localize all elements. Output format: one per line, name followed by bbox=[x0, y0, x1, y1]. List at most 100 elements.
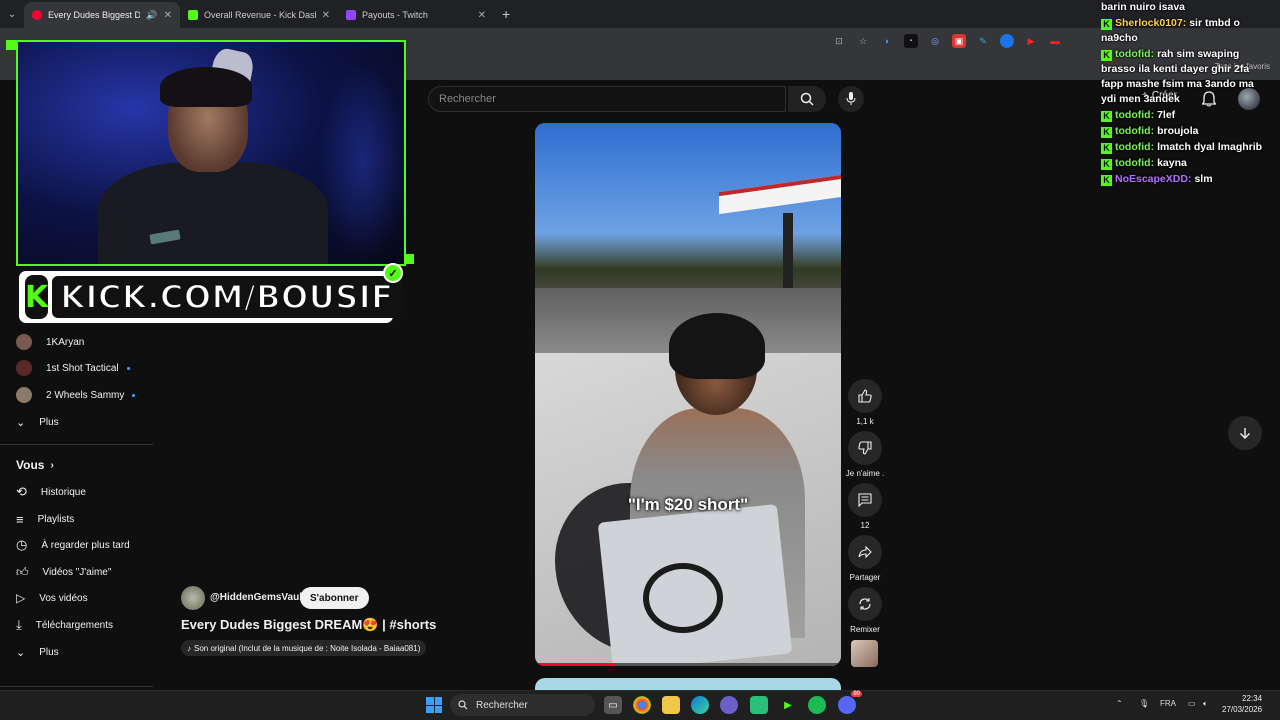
thumbs-up-icon bbox=[848, 379, 882, 413]
extension-icon[interactable]: ▶ bbox=[1024, 34, 1038, 48]
sidebar-item-label: À regarder plus tard bbox=[41, 539, 130, 551]
subscription-item[interactable]: 1st Shot Tactical bbox=[16, 358, 156, 378]
chat-username: todofid: bbox=[1115, 125, 1155, 137]
like-button[interactable]: 1,1 k bbox=[846, 379, 884, 426]
chat-username: todofid: bbox=[1115, 48, 1155, 60]
sidebar-item-watch-later[interactable]: ◷ À regarder plus tard bbox=[16, 535, 156, 555]
share-label: Partager bbox=[849, 573, 881, 582]
share-button[interactable]: Partager bbox=[846, 535, 884, 582]
search-input[interactable]: Rechercher bbox=[428, 86, 786, 112]
discord-icon[interactable]: 99 bbox=[838, 691, 862, 714]
tab-title: Overall Revenue - Kick Dashbo bbox=[204, 10, 316, 20]
voice-search-button[interactable] bbox=[838, 86, 864, 112]
close-tab-icon[interactable]: ✕ bbox=[322, 10, 330, 21]
chat-text: barin nuiro isava bbox=[1101, 1, 1186, 13]
dislike-button[interactable]: Je n'aime . bbox=[846, 431, 884, 478]
video-person-bonnet bbox=[669, 313, 765, 379]
sound-chip[interactable]: ♪ Son original (Inclut de la musique de … bbox=[181, 640, 427, 656]
close-tab-icon[interactable]: ✕ bbox=[478, 10, 486, 21]
spotify-icon[interactable] bbox=[808, 696, 826, 714]
tab-youtube[interactable]: Every Dudes Biggest DREAM 🔊 ✕ bbox=[24, 2, 180, 28]
subscribe-button[interactable]: S'abonner bbox=[300, 587, 369, 609]
video-icon: ▷ bbox=[16, 591, 26, 605]
sidebar-item-your-videos[interactable]: ▷ Vos vidéos bbox=[16, 588, 156, 608]
windows-start-icon[interactable] bbox=[426, 697, 442, 713]
edge-icon[interactable] bbox=[691, 696, 709, 714]
tab-twitch-payouts[interactable]: Payouts - Twitch ✕ bbox=[338, 2, 494, 28]
sidebar-item-playlists[interactable]: ≡ Playlists bbox=[16, 509, 156, 529]
extension-icon[interactable]: ✎ bbox=[976, 34, 990, 48]
language-indicator[interactable]: FRA bbox=[1160, 699, 1176, 708]
thumbs-up-icon: 👍︎ bbox=[16, 564, 29, 579]
extension-icon[interactable]: ▪ bbox=[904, 34, 918, 48]
extension-icon[interactable]: ◗ bbox=[880, 34, 894, 48]
search-button[interactable] bbox=[788, 86, 826, 112]
kick-badge-icon: K bbox=[1101, 19, 1112, 30]
extension-icon[interactable]: ▬ bbox=[1048, 34, 1062, 48]
install-icon[interactable]: ⊡ bbox=[832, 34, 846, 48]
sidebar-item-more[interactable]: ⌄ Plus bbox=[16, 642, 156, 662]
extension-icon[interactable]: ◎ bbox=[928, 34, 942, 48]
sound-thumbnail[interactable] bbox=[851, 640, 878, 667]
channel-label: 1KAryan bbox=[46, 336, 85, 348]
channel-label: 2 Wheels Sammy bbox=[46, 389, 125, 401]
short-video-player[interactable]: "I'm $20 short" bbox=[535, 123, 841, 666]
chevron-down-icon: ⌄ bbox=[16, 416, 26, 429]
taskbar-search[interactable]: Rechercher bbox=[450, 694, 595, 716]
subscription-item[interactable]: 2 Wheels Sammy bbox=[16, 385, 156, 405]
system-clock[interactable]: 22:34 27/03/2026 bbox=[1222, 693, 1262, 715]
comments-button[interactable]: 12 bbox=[846, 483, 884, 530]
next-short-button[interactable] bbox=[1228, 416, 1262, 450]
video-progress-bar[interactable] bbox=[535, 663, 841, 666]
tab-search-button[interactable]: ⌄ bbox=[0, 0, 24, 28]
next-short-preview[interactable] bbox=[535, 678, 841, 690]
subscription-item[interactable]: 1KAryan bbox=[16, 332, 156, 352]
chat-text: kayna bbox=[1157, 157, 1187, 169]
app-icon[interactable] bbox=[720, 696, 738, 714]
tab-title: Every Dudes Biggest DREAM bbox=[48, 10, 141, 20]
speaker-icon[interactable]: 🔈︎ bbox=[1203, 699, 1208, 709]
chat-message: Ktodofid: 7lef bbox=[1101, 108, 1271, 123]
discord-badge: 99 bbox=[851, 691, 862, 697]
microphone-icon[interactable]: 🎙︎ bbox=[1139, 699, 1149, 708]
kick-badge-icon: K bbox=[1101, 159, 1112, 170]
speaker-icon[interactable]: 🔊 bbox=[146, 10, 157, 21]
you-section-header[interactable]: Vous › bbox=[16, 458, 54, 472]
bookmark-star-icon[interactable]: ☆ bbox=[856, 34, 870, 48]
tab-kick-dashboard[interactable]: Overall Revenue - Kick Dashbo ✕ bbox=[180, 2, 338, 28]
tab-title: Payouts - Twitch bbox=[362, 10, 428, 20]
channel-name[interactable]: @HiddenGemsVault bbox=[210, 592, 305, 603]
chevron-up-icon[interactable]: ⌃ bbox=[1116, 699, 1123, 708]
playlist-icon: ≡ bbox=[16, 511, 24, 527]
sidebar-item-history[interactable]: ⟲ Historique bbox=[16, 482, 156, 502]
extension-icon[interactable]: ▣ bbox=[952, 34, 966, 48]
sidebar-item-label: Téléchargements bbox=[35, 619, 114, 631]
webcam-corner-mark bbox=[404, 254, 414, 264]
shirt-logo bbox=[643, 563, 723, 633]
arrow-down-icon bbox=[1240, 428, 1250, 439]
app-icon[interactable]: ▶ bbox=[779, 696, 797, 714]
remix-button[interactable]: Remixer bbox=[846, 587, 884, 634]
sidebar-item-liked-videos[interactable]: 👍︎ Vidéos "J'aime" bbox=[16, 562, 156, 582]
new-tab-button[interactable]: + bbox=[502, 6, 510, 22]
webcam-light bbox=[318, 62, 404, 262]
chat-username: todofid: bbox=[1115, 109, 1155, 121]
channel-avatar[interactable] bbox=[181, 586, 205, 610]
chrome-icon[interactable] bbox=[633, 696, 651, 714]
microphone-icon bbox=[846, 92, 856, 105]
extension-icon[interactable] bbox=[1000, 34, 1014, 48]
dislike-label: Je n'aime . bbox=[845, 469, 885, 478]
sidebar-item-downloads[interactable]: ⤓ Téléchargements bbox=[16, 615, 156, 635]
file-explorer-icon[interactable] bbox=[662, 696, 680, 714]
remix-icon bbox=[848, 587, 882, 621]
taskbar-search-label: Rechercher bbox=[476, 699, 528, 711]
close-tab-icon[interactable]: ✕ bbox=[164, 10, 172, 21]
search-icon bbox=[800, 92, 814, 106]
task-view-icon[interactable]: ▭ bbox=[604, 696, 622, 714]
show-more-subscriptions[interactable]: ⌄ Plus bbox=[16, 412, 156, 432]
chat-text: 7lef bbox=[1157, 109, 1176, 121]
app-icon[interactable] bbox=[750, 696, 768, 714]
verified-check-icon: ✓ bbox=[383, 263, 403, 283]
display-icon[interactable]: ▭ bbox=[1188, 699, 1196, 708]
chat-message: Ktodofid: broujola bbox=[1101, 124, 1271, 139]
